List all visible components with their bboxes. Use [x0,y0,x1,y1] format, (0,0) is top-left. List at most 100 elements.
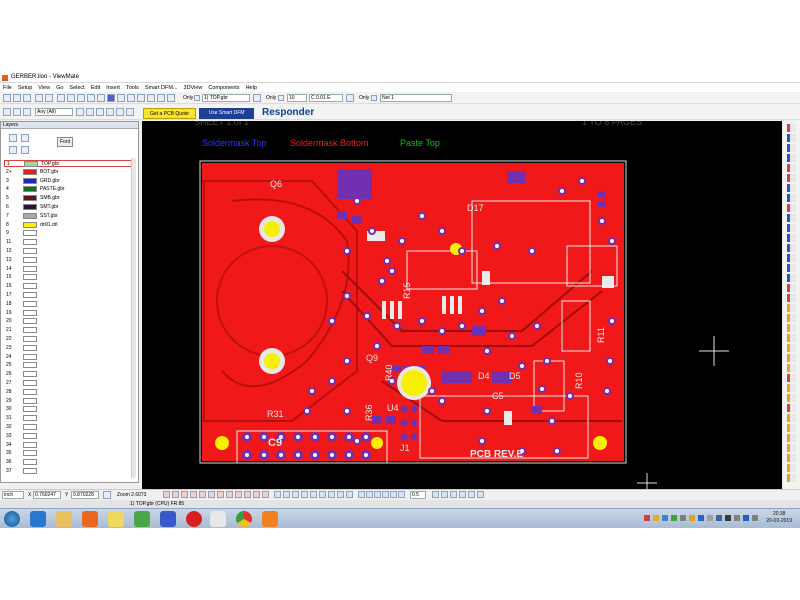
right-tool-icon[interactable] [787,334,796,342]
layer-row[interactable]: 34 [4,441,132,449]
layer-color-swatch[interactable] [23,371,37,378]
gerber-canvas[interactable]: SHEET 1 of 1 1 TO 8 PAGES Soldermask Top… [142,121,782,491]
opera-icon[interactable] [186,511,202,527]
layer-row[interactable]: 19 [4,309,132,317]
word-icon[interactable] [210,511,226,527]
zoom-fit-icon[interactable] [76,108,84,116]
layer-add-icon[interactable] [9,146,17,154]
layer-row[interactable]: 6 SMT.gbr [4,204,132,211]
layer-color-swatch[interactable] [23,309,37,316]
snap-combo[interactable]: Any (All) [35,108,73,116]
layer-color-swatch[interactable] [23,265,37,272]
units-combo[interactable]: inch [2,491,24,499]
layer-row[interactable]: 2+ BOT.gbr [4,168,132,176]
right-tool-icon[interactable] [787,284,796,292]
status-tool-icon[interactable] [244,491,251,498]
right-tool-icon[interactable] [787,274,796,282]
layer-up-icon[interactable] [9,134,17,142]
layer-color-swatch[interactable] [23,204,37,210]
status-tool-icon[interactable] [432,491,439,498]
right-tool-icon[interactable] [787,254,796,262]
menu-insert[interactable]: Insert [106,85,120,91]
camera-icon[interactable] [67,94,75,102]
right-tool-icon[interactable] [787,184,796,192]
layer-color-swatch[interactable] [23,168,37,175]
app-taskbar-icon[interactable] [262,511,278,527]
right-tool-icon[interactable] [787,434,796,442]
layer-combo[interactable]: 1) TOP.gbr [202,94,250,102]
status-tool-icon[interactable] [382,491,389,498]
menu-components[interactable]: Components [208,85,239,91]
layer-color-swatch[interactable] [23,441,37,448]
status-tool-icon[interactable] [199,491,206,498]
right-tool-icon[interactable] [787,444,796,452]
status-tool-icon[interactable] [208,491,215,498]
right-tool-icon[interactable] [787,474,796,482]
menu-smart-dfm[interactable]: Smart DFM... [145,85,178,91]
layer-list-scrollbar[interactable] [131,158,136,478]
right-tool-icon[interactable] [787,364,796,372]
layer-color-swatch[interactable] [23,388,37,395]
refresh-icon[interactable] [147,94,155,102]
layers-icon[interactable] [77,94,85,102]
move-icon[interactable] [13,108,21,116]
status-tool-icon[interactable] [283,491,290,498]
skype-icon[interactable] [134,511,150,527]
right-tool-icon[interactable] [787,404,796,412]
new-file-icon[interactable] [3,94,11,102]
layer-color-swatch[interactable] [24,161,38,167]
right-tool-icon[interactable] [787,224,796,232]
layer-row[interactable]: 31 [4,415,132,422]
layer-row[interactable]: 30 [4,406,132,413]
circle-icon[interactable] [86,108,94,116]
layer-color-swatch[interactable] [23,195,37,202]
menu-file[interactable]: File [3,85,12,91]
tray-icon[interactable] [680,515,686,521]
smart-dfm-button[interactable]: Use Smart DFM [199,108,254,119]
hash-icon[interactable] [106,108,114,116]
right-tool-icon[interactable] [787,204,796,212]
right-tool-icon[interactable] [787,234,796,242]
layer-row[interactable]: 7 SST.gbr [4,212,132,220]
right-tool-icon[interactable] [787,464,796,472]
layer-color-swatch[interactable] [23,327,37,334]
tray-icon[interactable] [671,515,677,521]
status-tool-icon[interactable] [337,491,344,498]
scale-field[interactable]: 0.5 [410,491,426,499]
menu-help[interactable]: Help [246,85,257,91]
tray-icon[interactable] [716,515,722,521]
layer-row[interactable]: 36 [4,459,132,466]
right-tool-icon[interactable] [787,294,796,302]
status-tool-icon[interactable] [301,491,308,498]
layer-row[interactable]: 5 SMB.gbr [4,195,132,202]
layer-color-swatch[interactable] [23,256,37,263]
layer-color-swatch[interactable] [23,459,37,466]
file-manager-icon[interactable] [108,511,124,527]
start-button-icon[interactable] [4,511,20,527]
tray-icon[interactable] [707,515,713,521]
status-tool-icon[interactable] [459,491,466,498]
coord-lock-icon[interactable] [103,491,111,499]
info-icon[interactable] [137,94,145,102]
g-icon[interactable] [96,108,104,116]
status-tool-icon[interactable] [346,491,353,498]
tray-icon[interactable] [644,515,650,521]
layer-row[interactable]: 16 [4,283,132,290]
menu-tools[interactable]: Tools [126,85,139,91]
layer-color-swatch[interactable] [23,450,37,457]
layer-color-swatch[interactable] [23,468,37,474]
layer-row[interactable]: 25 [4,362,132,369]
layer-color-swatch[interactable] [23,230,37,237]
right-tool-icon[interactable] [787,344,796,352]
status-tool-icon[interactable] [253,491,260,498]
status-tool-icon[interactable] [181,491,188,498]
snap-grid-icon[interactable] [116,108,124,116]
tray-icon[interactable] [725,515,731,521]
net-combo[interactable]: Net 1 [380,94,452,102]
layer-row[interactable]: 21 [4,327,132,334]
pencil-icon[interactable] [23,108,31,116]
only-checkbox-2[interactable] [278,95,284,101]
right-tool-icon[interactable] [787,324,796,332]
layer-color-swatch[interactable] [23,344,37,351]
status-tool-icon[interactable] [217,491,224,498]
